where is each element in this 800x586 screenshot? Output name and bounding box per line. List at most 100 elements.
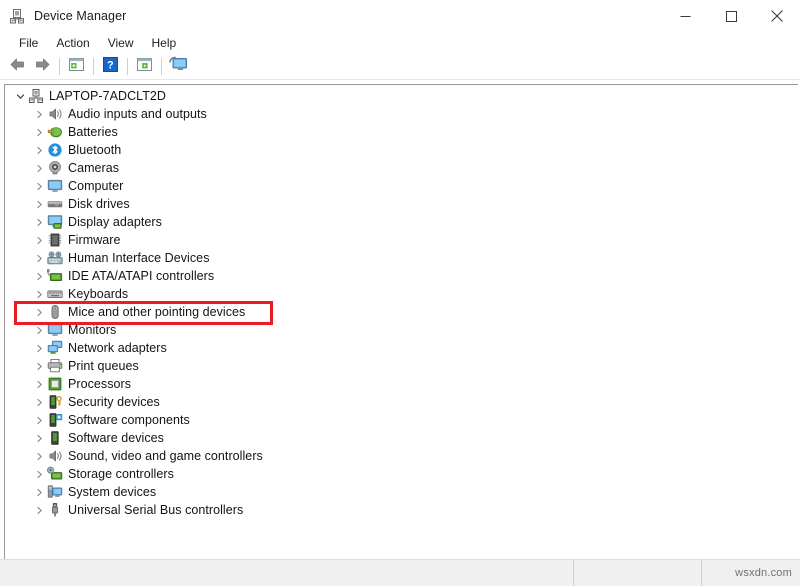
tree-root-label: LAPTOP-7ADCLT2D [49,89,166,103]
device-tree-pane[interactable]: LAPTOP-7ADCLT2D Audio inputs and outputs… [4,84,798,559]
disk-drive-icon [47,196,63,212]
tree-item-software-devices[interactable]: Software devices [5,429,798,447]
tree-item-network-adapters[interactable]: Network adapters [5,339,798,357]
chevron-right-icon[interactable] [32,411,47,429]
menu-action[interactable]: Action [47,34,98,52]
chevron-right-icon[interactable] [32,141,47,159]
display-adapter-icon [47,214,63,230]
update-driver-button[interactable] [132,55,157,78]
tree-item-ide-ata-atapi-controllers[interactable]: IDE ATA/ATAPI controllers [5,267,798,285]
tree-item-label: Software devices [68,431,164,445]
chevron-right-icon[interactable] [32,231,47,249]
chevron-right-icon[interactable] [32,249,47,267]
bluetooth-icon [47,142,63,158]
network-adapter-icon [47,340,63,356]
tree-item-computer[interactable]: Computer [5,177,798,195]
menu-view[interactable]: View [99,34,143,52]
chevron-right-icon[interactable] [32,483,47,501]
tree-item-disk-drives[interactable]: Disk drives [5,195,798,213]
chevron-right-icon[interactable] [32,321,47,339]
tree-item-label: Bluetooth [68,143,122,157]
battery-icon [47,124,63,140]
chevron-right-icon[interactable] [32,303,47,321]
chevron-right-icon[interactable] [32,339,47,357]
tree-item-storage-controllers[interactable]: Storage controllers [5,465,798,483]
tree-item-label: Display adapters [68,215,162,229]
tree-item-monitors[interactable]: Monitors [5,321,798,339]
tree-item-batteries[interactable]: Batteries [5,123,798,141]
chevron-right-icon[interactable] [32,357,47,375]
tree-item-cameras[interactable]: Cameras [5,159,798,177]
help-button[interactable]: ? [98,55,123,78]
printer-icon [47,358,63,374]
chevron-right-icon[interactable] [32,393,47,411]
status-pane-watermark: wsxdn.com [701,560,800,586]
menu-file[interactable]: File [10,34,47,52]
tree-item-label: Cameras [68,161,120,175]
tree-item-label: Monitors [68,323,117,337]
tree-item-universal-serial-bus-controllers[interactable]: Universal Serial Bus controllers [5,501,798,519]
tree-item-label: Processors [68,377,132,391]
watermark-text: wsxdn.com [735,567,792,579]
tree-item-label: Mice and other pointing devices [68,305,246,319]
properties-button[interactable] [64,55,89,78]
toolbar-separator [59,58,60,75]
speaker-icon [47,448,63,464]
chevron-right-icon[interactable] [32,159,47,177]
scan-hardware-changes-button[interactable] [166,55,191,78]
tree-item-label: Computer [68,179,124,193]
device-tree: LAPTOP-7ADCLT2D Audio inputs and outputs… [5,85,798,519]
tree-item-system-devices[interactable]: System devices [5,483,798,501]
chevron-right-icon[interactable] [32,375,47,393]
computer-node-icon [28,88,44,104]
tree-item-mice-and-other-pointing-devices[interactable]: Mice and other pointing devices [5,303,798,321]
chevron-right-icon[interactable] [32,501,47,519]
chevron-right-icon[interactable] [32,285,47,303]
monitor-scan-icon [169,56,188,77]
chevron-right-icon[interactable] [32,195,47,213]
question-mark-icon: ? [103,56,118,77]
chevron-right-icon[interactable] [32,213,47,231]
content-area: LAPTOP-7ADCLT2D Audio inputs and outputs… [0,80,800,559]
chevron-right-icon[interactable] [32,123,47,141]
tree-item-display-adapters[interactable]: Display adapters [5,213,798,231]
chevron-right-icon[interactable] [32,267,47,285]
tree-item-label: Universal Serial Bus controllers [68,503,244,517]
tree-item-security-devices[interactable]: Security devices [5,393,798,411]
tree-item-label: Keyboards [68,287,129,301]
tree-item-audio-inputs-and-outputs[interactable]: Audio inputs and outputs [5,105,798,123]
software-component-icon [47,412,63,428]
maximize-button[interactable] [708,0,754,32]
tree-item-human-interface-devices[interactable]: Human Interface Devices [5,249,798,267]
tree-item-label: Security devices [68,395,160,409]
tree-root-item[interactable]: LAPTOP-7ADCLT2D [5,87,798,105]
minimize-button[interactable] [662,0,708,32]
chevron-right-icon[interactable] [32,177,47,195]
chevron-right-icon[interactable] [32,105,47,123]
window-title: Device Manager [34,9,127,23]
tree-item-print-queues[interactable]: Print queues [5,357,798,375]
tree-item-label: Firmware [68,233,121,247]
toolbar-separator [127,58,128,75]
tree-item-firmware[interactable]: Firmware [5,231,798,249]
tree-item-label: Human Interface Devices [68,251,210,265]
forward-button[interactable] [30,55,55,78]
chevron-right-icon[interactable] [32,429,47,447]
chevron-right-icon[interactable] [32,447,47,465]
speaker-icon [47,106,63,122]
tree-item-label: Software components [68,413,190,427]
tree-item-sound-video-and-game-controllers[interactable]: Sound, video and game controllers [5,447,798,465]
usb-icon [47,502,63,518]
back-button[interactable] [5,55,30,78]
tree-item-software-components[interactable]: Software components [5,411,798,429]
chevron-right-icon[interactable] [32,465,47,483]
tree-item-bluetooth[interactable]: Bluetooth [5,141,798,159]
tree-item-processors[interactable]: Processors [5,375,798,393]
menu-help[interactable]: Help [143,34,186,52]
toolbar-separator [161,58,162,75]
storage-controller-icon [47,466,63,482]
tree-item-keyboards[interactable]: Keyboards [5,285,798,303]
software-device-icon [47,430,63,446]
chevron-down-icon[interactable] [13,87,28,105]
close-button[interactable] [754,0,800,32]
